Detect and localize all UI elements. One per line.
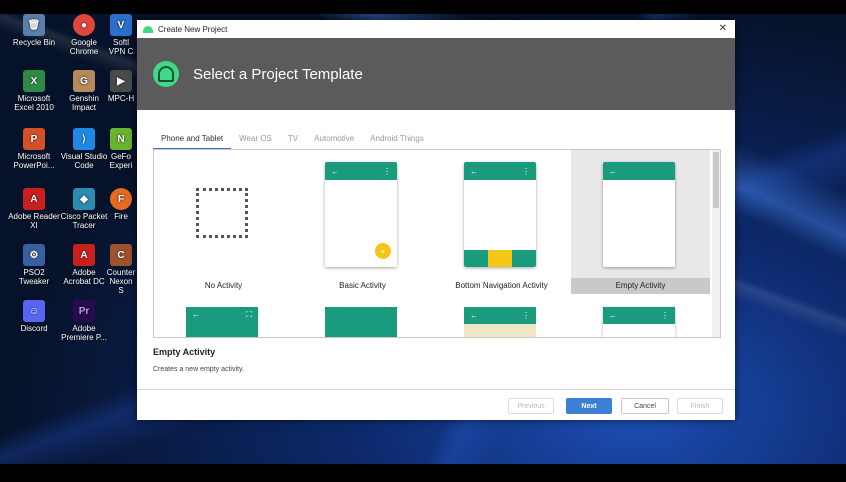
desktop-icon-genshin[interactable]: G Genshin Impact <box>58 70 110 112</box>
desktop-icon-adobe-reader[interactable]: A Adobe Reader XI <box>8 188 60 230</box>
back-arrow-icon: ← <box>470 166 478 176</box>
desktop-icon-mpc[interactable]: ▶ MPC-H <box>106 70 136 103</box>
desktop-icon-premiere[interactable]: Pr Adobe Premiere P... <box>58 300 110 342</box>
phone-preview: ← <box>603 162 675 267</box>
phone-preview: ← ⋮ + <box>325 162 397 267</box>
phone-preview: ← ⋮ <box>464 162 536 267</box>
top-letterbox <box>0 0 846 14</box>
premiere-icon: Pr <box>73 300 95 322</box>
close-icon[interactable]: ✕ <box>719 23 727 34</box>
back-arrow-icon: ← <box>192 310 200 319</box>
cancel-button[interactable]: Cancel <box>621 398 669 414</box>
geforce-icon: N <box>110 128 132 150</box>
adobe-reader-icon: A <box>23 188 45 210</box>
genshin-icon: G <box>73 70 95 92</box>
window-title: Create New Project <box>158 24 228 34</box>
template-label: Empty Activity <box>571 278 710 294</box>
desktop-icon-discord[interactable]: ☺ Discord <box>8 300 60 333</box>
dialog-banner: Select a Project Template <box>137 38 735 110</box>
recycle-bin-icon: 🗑 <box>23 14 45 36</box>
back-arrow-icon: ← <box>331 166 339 176</box>
fullscreen-icon: ⛶ <box>246 310 252 319</box>
tab-wear-os[interactable]: Wear OS <box>231 130 280 150</box>
back-arrow-icon: ← <box>609 311 617 320</box>
mpc-icon: ▶ <box>110 70 132 92</box>
powerpoint-icon: P <box>23 128 45 150</box>
desktop-icon-packet-tracer[interactable]: ◆ Cisco Packet Tracer <box>58 188 110 230</box>
vpn-icon: V <box>110 14 132 36</box>
desktop-icon-firefox[interactable]: F Fire <box>106 188 136 221</box>
template-label: Basic Activity <box>339 281 386 290</box>
chrome-icon: ● <box>73 14 95 36</box>
finish-button[interactable]: Finish <box>677 398 723 414</box>
template-grid: No Activity ← ⋮ + Basic Activity ← ⋮ Botto… <box>153 149 721 338</box>
desktop-icon-vscode[interactable]: ⟩ Visual Studio Code <box>58 128 110 170</box>
desktop-icon-vpn[interactable]: V Softl VPN C <box>106 14 136 56</box>
desktop-icon-pso2[interactable]: ⚙ PSO2 Tweaker <box>8 244 60 286</box>
selected-template-description: Creates a new empty activity. <box>153 366 244 373</box>
template-bottom-navigation-activity[interactable]: ← ⋮ Bottom Navigation Activity <box>432 150 571 294</box>
template-empty-activity[interactable]: ← Empty Activity <box>571 150 710 294</box>
back-arrow-icon: ← <box>609 166 617 176</box>
android-logo-icon <box>153 61 179 87</box>
template-preview-row2-2[interactable] <box>325 307 397 337</box>
fab-plus-icon: + <box>375 243 391 259</box>
tab-phone-and-tablet[interactable]: Phone and Tablet <box>153 130 232 150</box>
counter-icon: C <box>110 244 132 266</box>
template-tabs: Phone and Tablet Wear OS TV Automotive A… <box>153 130 432 150</box>
vscode-icon: ⟩ <box>73 128 95 150</box>
desktop-icon-powerpoint[interactable]: P Microsoft PowerPoi... <box>8 128 60 170</box>
desktop-icon-recycle-bin[interactable]: 🗑 Recycle Bin <box>8 14 60 47</box>
template-google-maps-preview[interactable]: ← ⋮ <box>464 307 536 337</box>
template-grid-scrollbar[interactable] <box>712 150 720 337</box>
previous-button[interactable]: Previous <box>508 398 554 414</box>
overflow-menu-icon: ⋮ <box>522 311 530 320</box>
template-no-activity[interactable]: No Activity <box>154 150 293 294</box>
template-preview-row2-4[interactable]: ← ⋮ <box>603 307 675 337</box>
bottom-nav-bar <box>464 250 536 267</box>
template-label: No Activity <box>204 281 243 290</box>
acrobat-icon: A <box>73 244 95 266</box>
tab-android-things[interactable]: Android Things <box>362 130 432 150</box>
template-label: Bottom Navigation Activity <box>455 281 548 290</box>
excel-icon: X <box>23 70 45 92</box>
desktop-icon-excel[interactable]: X Microsoft Excel 2010 <box>8 70 60 112</box>
create-new-project-dialog: Create New Project ✕ Select a Project Te… <box>137 20 735 420</box>
desktop-icon-counter[interactable]: C Counter Nexon S <box>106 244 136 295</box>
dialog-titlebar: Create New Project ✕ <box>137 20 735 38</box>
android-studio-icon <box>143 25 153 33</box>
template-fullscreen-activity-preview[interactable]: ← ⛶ <box>186 307 258 337</box>
tab-automotive[interactable]: Automotive <box>306 130 362 150</box>
template-basic-activity[interactable]: ← ⋮ + Basic Activity <box>293 150 432 294</box>
packet-tracer-icon: ◆ <box>73 188 95 210</box>
footer-divider <box>137 389 735 390</box>
overflow-menu-icon: ⋮ <box>383 166 391 176</box>
firefox-icon: F <box>110 188 132 210</box>
bottom-letterbox <box>0 464 846 482</box>
desktop-icon-geforce[interactable]: N GeFo Experi <box>106 128 136 170</box>
selected-template-title: Empty Activity <box>153 347 216 357</box>
empty-placeholder-icon <box>196 188 248 238</box>
next-button[interactable]: Next <box>566 398 612 414</box>
back-arrow-icon: ← <box>470 311 478 320</box>
pso2-icon: ⚙ <box>23 244 45 266</box>
desktop-icon-chrome[interactable]: ● Google Chrome <box>58 14 110 56</box>
overflow-menu-icon: ⋮ <box>661 311 669 320</box>
scrollbar-thumb[interactable] <box>713 152 719 208</box>
overflow-menu-icon: ⋮ <box>522 166 530 176</box>
desktop-icon-acrobat[interactable]: A Adobe Acrobat DC <box>58 244 110 286</box>
tab-tv[interactable]: TV <box>280 130 306 150</box>
page-title: Select a Project Template <box>193 65 363 83</box>
discord-icon: ☺ <box>23 300 45 322</box>
